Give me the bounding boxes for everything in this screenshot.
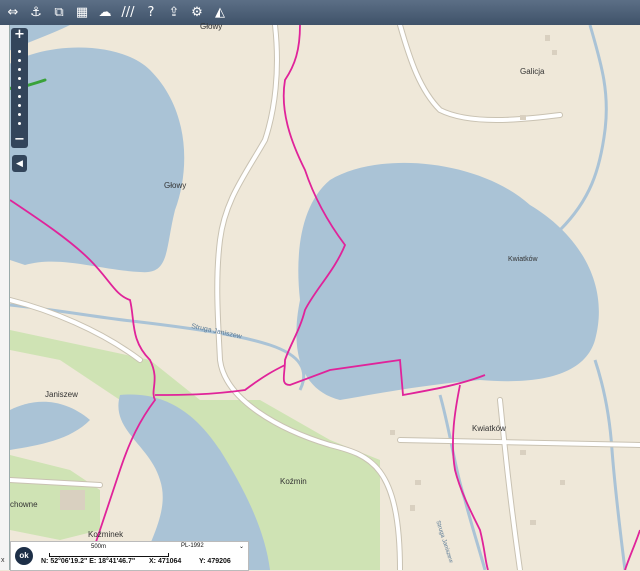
chevron-down-icon: ⌄ — [238, 544, 244, 550]
label-glowy-top: Głowy — [200, 22, 223, 31]
zoom-bar[interactable]: + − — [11, 28, 28, 148]
zoom-tick[interactable] — [18, 86, 21, 89]
cloud-icon[interactable]: ⇪ — [164, 3, 184, 23]
bubble-icon[interactable]: ☁ — [95, 3, 115, 23]
zoom-tick[interactable] — [18, 68, 21, 71]
label-galicja: Galicja — [520, 67, 545, 76]
hatch-icon[interactable]: /// — [118, 3, 138, 23]
zoom-tick[interactable] — [18, 77, 21, 80]
label-kwiatkow-lake: Kwiatków — [508, 256, 538, 263]
help-icon[interactable]: ? — [141, 3, 161, 23]
zoom-tick[interactable] — [18, 122, 21, 125]
projection-select[interactable]: PL-1992 ⌄ — [181, 543, 246, 554]
zoom-tick[interactable] — [18, 104, 21, 107]
label-kozmin: Koźmin — [280, 477, 307, 486]
map-canvas[interactable] — [0, 25, 640, 570]
projection-value: PL-1992 — [181, 543, 204, 549]
coordinate-x: X: 471064 — [149, 558, 182, 565]
layout-icon[interactable]: ▦ — [72, 3, 92, 23]
zoom-tick[interactable] — [18, 113, 21, 116]
label-kwiatkow-village: Kwiatków — [472, 424, 506, 433]
ok-button[interactable]: ok — [15, 547, 33, 565]
zoom-out-button[interactable]: − — [11, 133, 28, 147]
coordinates-geo: N: 52°06'19.2" E: 18°41'46.7" — [41, 558, 136, 565]
label-chowne: chowne — [10, 500, 38, 509]
label-kozminek: Koźminek — [88, 530, 124, 539]
zoom-tick[interactable] — [18, 59, 21, 62]
status-bar: ok 500m PL-1992 ⌄ N: 52°06'19.2" E: 18°4… — [10, 541, 249, 571]
toolbar: ⇔ ⚓ ⧉ ▦ ☁ /// ? ⇪ ⚙ ◭ — [0, 0, 640, 26]
left-panel[interactable] — [0, 25, 10, 570]
scale-bar — [49, 553, 169, 557]
coordinate-y: Y: 479206 — [199, 558, 231, 565]
zoom-in-button[interactable]: + — [11, 28, 28, 42]
left-edge-label: x — [1, 557, 5, 564]
label-janiszew: Janiszew — [45, 390, 78, 399]
measure-icon[interactable]: ◭ — [210, 3, 230, 23]
zoom-tick[interactable] — [18, 95, 21, 98]
layers-export-icon[interactable]: ⧉ — [49, 3, 69, 23]
anchor-icon[interactable]: ⚓ — [26, 3, 46, 23]
settings-icon[interactable]: ⚙ — [187, 3, 207, 23]
zoom-tick[interactable] — [18, 50, 21, 53]
label-glowy-lake: Głowy — [164, 181, 187, 190]
scale-label: 500m — [91, 544, 107, 550]
collapse-panel-button[interactable]: ◀ — [12, 155, 27, 172]
pan-icon[interactable]: ⇔ — [3, 3, 23, 23]
